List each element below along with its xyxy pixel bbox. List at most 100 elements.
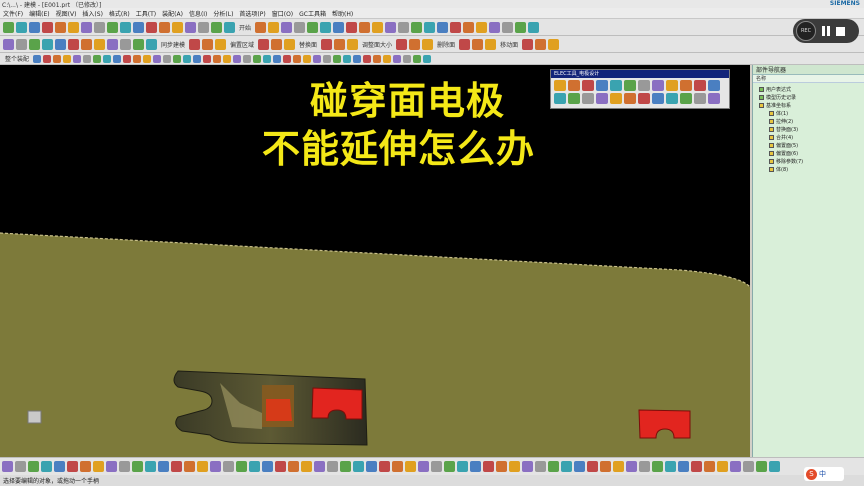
toolbar-button-icon[interactable] xyxy=(409,38,421,50)
navigator-item[interactable]: 体(1) xyxy=(759,109,864,117)
toolbar-button-icon[interactable] xyxy=(202,38,214,50)
toolbar-button-icon[interactable] xyxy=(3,21,14,33)
toolbar-button-icon[interactable] xyxy=(211,21,222,33)
toolbar-button-icon[interactable] xyxy=(54,461,65,472)
electrode-tool-icon[interactable] xyxy=(610,80,622,91)
toolbar-button-icon[interactable] xyxy=(16,38,27,50)
start-menu-button[interactable]: 开始 xyxy=(237,23,253,32)
toolbar-button-icon[interactable] xyxy=(41,461,52,472)
toolbar-button-icon[interactable] xyxy=(159,21,170,33)
toolbar-button-icon[interactable] xyxy=(561,461,572,472)
navigator-item[interactable]: 模型历史记录 xyxy=(759,93,864,101)
toolbar-button-icon[interactable] xyxy=(43,54,52,63)
toolbar-button-icon[interactable] xyxy=(107,21,118,33)
toolbar-button-icon[interactable] xyxy=(548,461,559,472)
toolbar-button-icon[interactable] xyxy=(146,38,157,50)
toolbar-button-icon[interactable] xyxy=(489,21,501,33)
toolbar-button-icon[interactable] xyxy=(158,461,169,472)
toolbar-button-icon[interactable] xyxy=(413,54,422,63)
electrode-tool-icon[interactable] xyxy=(582,80,594,91)
toolbar-button-icon[interactable] xyxy=(2,461,13,472)
toolbar-button-icon[interactable] xyxy=(197,461,208,472)
toolbar-button-icon[interactable] xyxy=(283,54,292,63)
toolbar-button-icon[interactable] xyxy=(258,38,270,50)
toolbar-button-icon[interactable] xyxy=(392,461,403,472)
toolbar-button-icon[interactable] xyxy=(347,38,359,50)
toolbar-button-icon[interactable] xyxy=(63,54,72,63)
electrode-tool-icon[interactable] xyxy=(554,80,566,91)
toolbar-button-icon[interactable] xyxy=(600,461,611,472)
toolbar-button-icon[interactable] xyxy=(268,21,280,33)
toolbar-button-icon[interactable] xyxy=(652,461,663,472)
navigator-item[interactable]: 基准坐标系 xyxy=(759,101,864,109)
toolbar-button-icon[interactable] xyxy=(28,461,39,472)
toolbar-button-icon[interactable] xyxy=(189,38,201,50)
toolbar-button-icon[interactable] xyxy=(94,21,105,33)
toolbar-button-icon[interactable] xyxy=(313,54,322,63)
sync-tool-button[interactable]: 替换面 xyxy=(297,40,319,49)
toolbar-button-icon[interactable] xyxy=(281,21,293,33)
toolbar-button-icon[interactable] xyxy=(53,54,62,63)
graphics-viewport[interactable]: 碰穿面电极 不能延伸怎么办 ELEC工具_电极设计 xyxy=(0,65,750,457)
toolbar-button-icon[interactable] xyxy=(678,461,689,472)
toolbar-button-icon[interactable] xyxy=(249,461,260,472)
navigator-item[interactable]: 偏置面(5) xyxy=(759,141,864,149)
toolbar-button-icon[interactable] xyxy=(73,54,82,63)
toolbar-button-icon[interactable] xyxy=(418,461,429,472)
toolbar-button-icon[interactable] xyxy=(502,21,514,33)
toolbar-button-icon[interactable] xyxy=(472,38,484,50)
toolbar-button-icon[interactable] xyxy=(379,461,390,472)
toolbar-button-icon[interactable] xyxy=(275,461,286,472)
toolbar-button-icon[interactable] xyxy=(132,461,143,472)
toolbar-button-icon[interactable] xyxy=(613,461,624,472)
toolbar-button-icon[interactable] xyxy=(81,38,92,50)
toolbar-button-icon[interactable] xyxy=(15,461,26,472)
toolbar-button-icon[interactable] xyxy=(133,21,144,33)
toolbar-button-icon[interactable] xyxy=(172,21,183,33)
menu-window[interactable]: 窗口(O) xyxy=(272,9,293,18)
toolbar-button-icon[interactable] xyxy=(405,461,416,472)
toolbar-button-icon[interactable] xyxy=(55,38,66,50)
toolbar-button-icon[interactable] xyxy=(42,38,53,50)
toolbar-button-icon[interactable] xyxy=(385,21,397,33)
menu-file[interactable]: 文件(F) xyxy=(3,9,23,18)
toolbar-button-icon[interactable] xyxy=(55,21,66,33)
menu-view[interactable]: 视图(V) xyxy=(56,9,77,18)
navigator-item[interactable]: 用户表达式 xyxy=(759,85,864,93)
toolbar-button-icon[interactable] xyxy=(288,461,299,472)
toolbar-button-icon[interactable] xyxy=(470,461,481,472)
toolbar-button-icon[interactable] xyxy=(459,38,471,50)
toolbar-button-icon[interactable] xyxy=(372,21,384,33)
electrode-tool-icon[interactable] xyxy=(596,80,608,91)
toolbar-button-icon[interactable] xyxy=(450,21,462,33)
toolbar-button-icon[interactable] xyxy=(173,54,182,63)
toolbar-button-icon[interactable] xyxy=(321,38,333,50)
toolbar-button-icon[interactable] xyxy=(133,54,142,63)
toolbar-button-icon[interactable] xyxy=(83,54,92,63)
toolbar-button-icon[interactable] xyxy=(16,21,27,33)
toolbar-button-icon[interactable] xyxy=(203,54,212,63)
toolbar-button-icon[interactable] xyxy=(163,54,172,63)
toolbar-button-icon[interactable] xyxy=(273,54,282,63)
toolbar-button-icon[interactable] xyxy=(93,54,102,63)
toolbar-button-icon[interactable] xyxy=(193,54,202,63)
toolbar-button-icon[interactable] xyxy=(756,461,767,472)
toolbar-button-icon[interactable] xyxy=(223,54,232,63)
menu-tools[interactable]: 工具(T) xyxy=(136,9,156,18)
toolbar-button-icon[interactable] xyxy=(535,38,547,50)
menu-assembly[interactable]: 装配(A) xyxy=(162,9,183,18)
toolbar-button-icon[interactable] xyxy=(93,461,104,472)
toolbar-button-icon[interactable] xyxy=(496,461,507,472)
toolbar-button-icon[interactable] xyxy=(146,21,157,33)
electrode-tool-icon[interactable] xyxy=(610,93,622,104)
electrode-tool-icon[interactable] xyxy=(666,93,678,104)
toolbar-button-icon[interactable] xyxy=(327,461,338,472)
ime-indicator[interactable]: S 中 xyxy=(804,467,844,481)
toolbar-button-icon[interactable] xyxy=(213,54,222,63)
sync-tool-button[interactable]: 删除面 xyxy=(435,40,457,49)
sync-tool-button[interactable]: 偏置区域 xyxy=(228,40,256,49)
pause-icon[interactable] xyxy=(822,26,830,36)
toolbar-button-icon[interactable] xyxy=(396,38,408,50)
toolbar-button-icon[interactable] xyxy=(255,21,267,33)
toolbar-button-icon[interactable] xyxy=(119,461,130,472)
